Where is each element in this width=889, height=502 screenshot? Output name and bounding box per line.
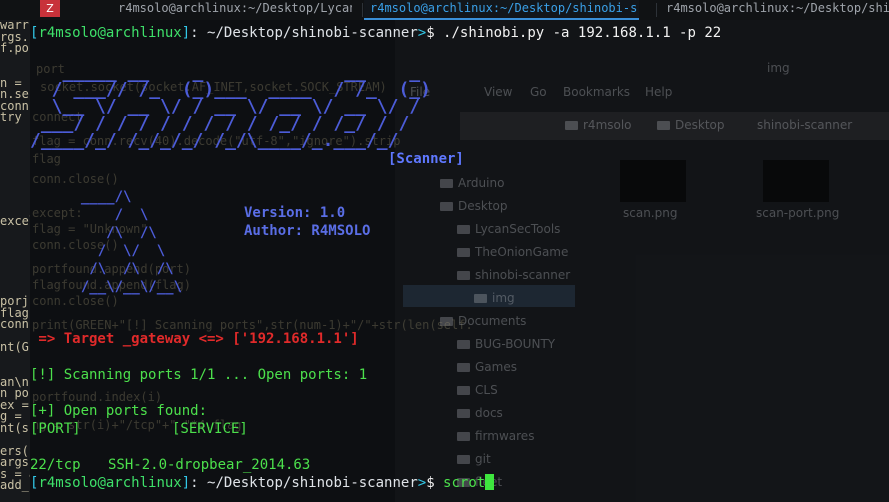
command-input[interactable]: scrot bbox=[443, 475, 485, 491]
result-service: SSH-2.0-dropbear_2014.63 bbox=[108, 457, 311, 473]
pyramid-ascii: ____/\ / \ /\ /\ / \/ \ /\ /\ /\ /__\/__… bbox=[80, 189, 183, 295]
prompt-user: r4msolo@archlinux bbox=[38, 475, 182, 491]
tab-shinobi-2[interactable]: r4msolo@archlinux:~/Desktop/shinobi-s bbox=[660, 0, 889, 20]
tab-separator bbox=[362, 3, 363, 17]
banner-scanner-tag: [Scanner] bbox=[388, 151, 464, 167]
tab-bar: Z r4msolo@archlinux:~/Desktop/LycanSi r4… bbox=[0, 0, 889, 20]
column-service: [SERVICE] bbox=[172, 421, 248, 437]
editor-code-strip: warrrgs.pf.pon = sn.seconntryexcelporjfl… bbox=[0, 20, 30, 502]
code-strip-line: conn bbox=[0, 317, 29, 331]
column-port: [PORT] bbox=[30, 421, 81, 437]
code-strip-line: excel bbox=[0, 213, 30, 228]
code-strip-line: try bbox=[0, 110, 22, 124]
tab-separator bbox=[656, 3, 657, 17]
terminal[interactable]: [r4msolo@archlinux]: ~/Desktop/shinobi-s… bbox=[30, 20, 889, 502]
tab-lycansi[interactable]: r4msolo@archlinux:~/Desktop/LycanSi bbox=[112, 0, 352, 20]
terminal-app-icon[interactable]: Z bbox=[40, 0, 60, 17]
prompt-line-2: [r4msolo@archlinux]: ~/Desktop/shinobi-s… bbox=[30, 474, 495, 492]
version-text: Version: 1.0 bbox=[244, 205, 346, 221]
code-strip-line: add_ bbox=[0, 478, 29, 492]
code-strip-line: nt(G bbox=[0, 340, 29, 354]
command-text: ./shinobi.py -a 192.168.1.1 -p 22 bbox=[443, 25, 722, 41]
prompt-line-1: [r4msolo@archlinux]: ~/Desktop/shinobi-s… bbox=[30, 25, 722, 41]
prompt-user: r4msolo@archlinux bbox=[38, 25, 182, 41]
code-strip-line: nt(s bbox=[0, 420, 29, 435]
code-strip-line: f.po bbox=[0, 41, 29, 55]
scanning-status: [!] Scanning ports 1/1 ... Open ports: 1 bbox=[30, 367, 368, 383]
shinobi-ascii-banner: _____ __ _ __ _ / ___// /_ (_)___ ____ /… bbox=[30, 62, 431, 151]
result-port: 22/tcp bbox=[30, 457, 81, 473]
tab-shinobi-active[interactable]: r4msolo@archlinux:~/Desktop/shinobi-s bbox=[364, 0, 639, 20]
open-ports-header: [+] Open ports found: bbox=[30, 403, 208, 419]
terminal-cursor bbox=[485, 474, 495, 490]
prompt-path: ~/Desktop/shinobi-scanner bbox=[207, 25, 418, 41]
author-text: Author: R4MSOLO bbox=[244, 223, 371, 239]
prompt-path: ~/Desktop/shinobi-scanner bbox=[207, 475, 418, 491]
target-line: => Target _gateway <=> ['192.168.1.1'] bbox=[30, 331, 359, 347]
